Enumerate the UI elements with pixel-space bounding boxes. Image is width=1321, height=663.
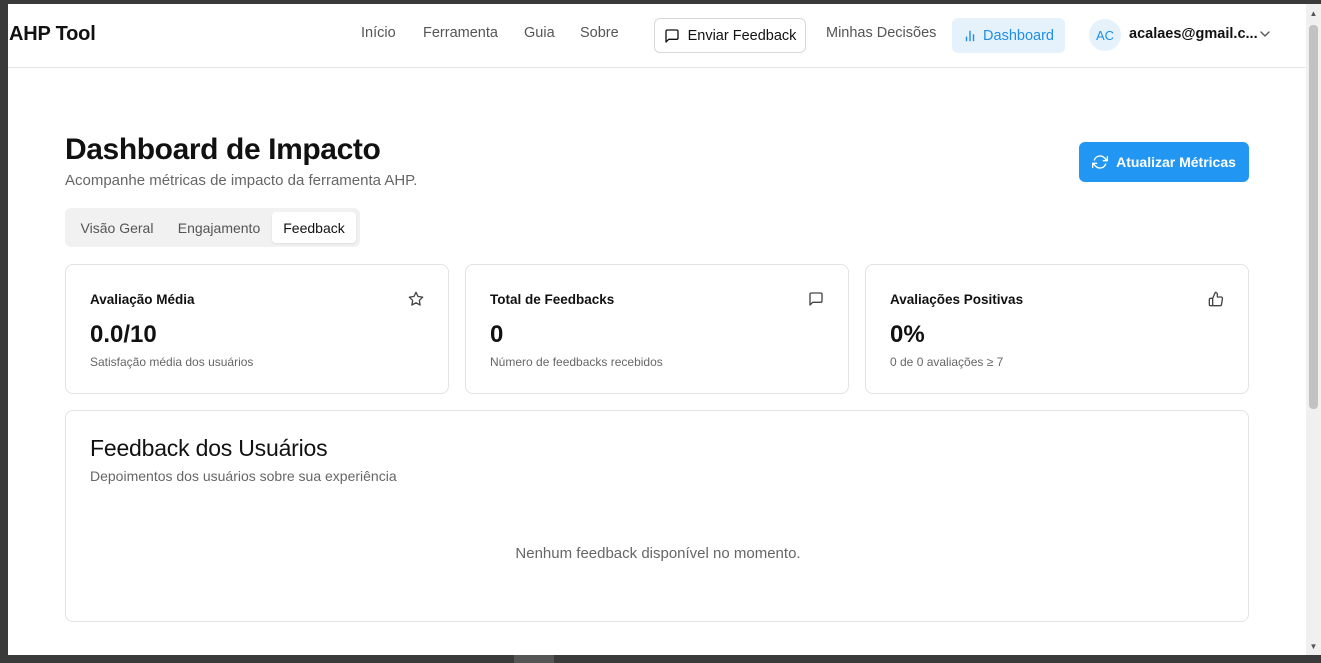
message-square-icon xyxy=(808,291,824,307)
tab-engajamento[interactable]: Engajamento xyxy=(167,212,271,243)
nav-link-sobre[interactable]: Sobre xyxy=(580,25,619,41)
card-title: Avaliação Média xyxy=(90,292,195,307)
thumbs-up-icon xyxy=(1208,291,1224,307)
dashboard-label: Dashboard xyxy=(983,27,1054,44)
nav-link-ferramenta[interactable]: Ferramenta xyxy=(423,25,498,41)
card-value: 0 xyxy=(490,321,504,348)
refresh-metrics-button[interactable]: Atualizar Métricas xyxy=(1079,142,1249,182)
card-value: 0% xyxy=(890,321,925,348)
scroll-down-arrow-icon[interactable]: ▼ xyxy=(1306,639,1321,653)
card-description: Número de feedbacks recebidos xyxy=(490,355,663,369)
dashboard-tabs: Visão Geral Engajamento Feedback xyxy=(65,208,360,247)
user-feedback-panel: Feedback dos Usuários Depoimentos dos us… xyxy=(65,410,1249,622)
send-feedback-button[interactable]: Enviar Feedback xyxy=(654,18,806,53)
refresh-icon xyxy=(1092,154,1109,170)
card-description: 0 de 0 avaliações ≥ 7 xyxy=(890,355,1004,369)
metric-card-average-rating: Avaliação Média 0.0/10 Satisfação média … xyxy=(65,264,449,394)
scrollbar-thumb[interactable] xyxy=(1309,25,1318,409)
card-title: Total de Feedbacks xyxy=(490,292,615,307)
send-feedback-label: Enviar Feedback xyxy=(687,27,797,44)
metric-card-total-feedbacks: Total de Feedbacks 0 Número de feedbacks… xyxy=(465,264,849,394)
empty-state-message: Nenhum feedback disponível no momento. xyxy=(515,545,801,562)
refresh-metrics-label: Atualizar Métricas xyxy=(1116,154,1236,170)
top-navbar: AHP Tool Início Ferramenta Guia Sobre En… xyxy=(8,4,1306,68)
bar-chart-icon xyxy=(963,29,977,43)
tab-feedback[interactable]: Feedback xyxy=(272,212,356,243)
avatar[interactable]: AC xyxy=(1089,19,1121,51)
scroll-up-arrow-icon[interactable]: ▲ xyxy=(1306,6,1321,20)
vertical-scrollbar[interactable]: ▲ ▼ xyxy=(1306,4,1321,655)
star-icon xyxy=(408,291,424,307)
dashboard-button[interactable]: Dashboard xyxy=(952,18,1065,53)
page-title: Dashboard de Impacto xyxy=(65,133,381,166)
brand-logo[interactable]: AHP Tool xyxy=(9,23,96,46)
card-value: 0.0/10 xyxy=(90,321,157,348)
nav-link-minhas-decisoes[interactable]: Minhas Decisões xyxy=(826,25,936,41)
nav-link-inicio[interactable]: Início xyxy=(361,25,396,41)
bottom-edge-handle xyxy=(514,655,554,663)
card-description: Satisfação média dos usuários xyxy=(90,355,254,369)
card-title: Avaliações Positivas xyxy=(890,292,1024,307)
tab-visao-geral[interactable]: Visão Geral xyxy=(69,212,165,243)
message-square-icon xyxy=(664,28,680,44)
panel-subtitle: Depoimentos dos usuários sobre sua exper… xyxy=(90,468,397,484)
user-email[interactable]: acalaes@gmail.c... xyxy=(1129,26,1258,42)
app-window: AHP Tool Início Ferramenta Guia Sobre En… xyxy=(8,4,1306,655)
page-subtitle: Acompanhe métricas de impacto da ferrame… xyxy=(65,172,418,189)
nav-link-guia[interactable]: Guia xyxy=(524,25,555,41)
metric-card-positive-ratings: Avaliações Positivas 0% 0 de 0 avaliaçõe… xyxy=(865,264,1249,394)
panel-title: Feedback dos Usuários xyxy=(90,435,328,461)
chevron-down-icon[interactable] xyxy=(1257,26,1273,42)
